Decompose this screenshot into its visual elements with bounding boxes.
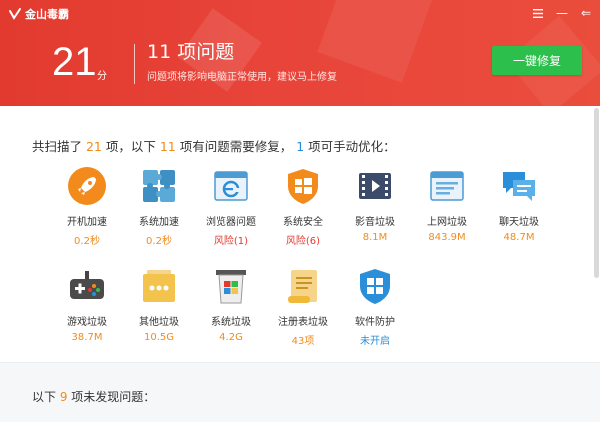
- puzzle-icon: [143, 170, 175, 202]
- result-item-registry-junk[interactable]: 注册表垃圾 43项: [266, 266, 340, 347]
- browser-ie-icon: [214, 171, 248, 201]
- result-item-browser[interactable]: 浏览器问题 风险(1): [194, 166, 268, 247]
- problem-count: 11: [159, 139, 176, 154]
- back-button[interactable]: ⇐: [578, 5, 594, 21]
- result-item-chat-junk[interactable]: 聊天垃圾 48.7M: [482, 166, 556, 243]
- shield-grid-icon: [360, 269, 390, 304]
- item-value: 0.2秒: [146, 236, 172, 247]
- item-value: 4.2G: [219, 332, 243, 343]
- result-item-system-security[interactable]: 系统安全 风险(6): [266, 166, 340, 247]
- result-item-boot-speed[interactable]: 开机加速 0.2秒: [50, 166, 124, 247]
- scrollbar[interactable]: [594, 108, 599, 278]
- manual-count: 1: [296, 139, 305, 154]
- windows-bin-icon: [216, 270, 246, 304]
- item-value: 843.9M: [428, 232, 466, 243]
- scroll-icon: [288, 270, 317, 303]
- item-value: 风险(1): [213, 236, 249, 247]
- health-score: 21: [52, 40, 97, 84]
- minimize-icon: —: [556, 6, 568, 20]
- film-icon: [359, 173, 391, 199]
- scan-summary: 共扫描了 21 项，以下 11 项有问题需要修复， 1 项可手动优化：: [32, 136, 396, 155]
- duba-logo-icon: [9, 8, 21, 20]
- item-name: 开机加速: [67, 217, 107, 228]
- app-logo-text: 金山毒霸: [25, 8, 69, 21]
- item-value: 43项: [291, 336, 315, 347]
- chat-bubbles-icon: [503, 172, 535, 201]
- item-name: 注册表垃圾: [278, 317, 328, 328]
- item-name: 软件防护: [355, 317, 395, 328]
- result-item-other-junk[interactable]: 其他垃圾 10.5G: [122, 266, 196, 343]
- item-name: 影音垃圾: [355, 217, 395, 228]
- one-click-fix-button[interactable]: 一键修复: [492, 46, 582, 75]
- menu-icon: [533, 8, 543, 18]
- gamepad-icon: [70, 271, 104, 299]
- item-value: 未开启: [360, 336, 390, 347]
- app-logo: 金山毒霸: [8, 6, 69, 22]
- result-item-media-junk[interactable]: 影音垃圾 8.1M: [338, 166, 412, 243]
- title-bar: 金山毒霸 — ⇐: [0, 0, 600, 28]
- summary-text: 项有问题需要修复，: [175, 139, 297, 154]
- item-name: 系统加速: [139, 217, 179, 228]
- item-value: 0.2秒: [74, 236, 100, 247]
- scanned-count: 21: [85, 139, 102, 154]
- item-value: 风险(6): [285, 236, 321, 247]
- result-item-game-junk[interactable]: 游戏垃圾 38.7M: [50, 266, 124, 343]
- item-value: 38.7M: [71, 332, 103, 343]
- item-name: 其他垃圾: [139, 317, 179, 328]
- web-page-icon: [430, 171, 464, 201]
- folder-dots-icon: [143, 270, 175, 302]
- item-name: 游戏垃圾: [67, 317, 107, 328]
- back-icon: ⇐: [580, 6, 592, 20]
- shield-windows-icon: [288, 169, 318, 204]
- no-issue-summary: 以下 9 项未发现问题：: [32, 388, 155, 405]
- item-value: 10.5G: [143, 332, 174, 343]
- item-name: 聊天垃圾: [499, 217, 539, 228]
- window-controls: — ⇐: [530, 5, 594, 21]
- item-name: 浏览器问题: [206, 217, 256, 228]
- no-issue-text: 项未发现问题：: [67, 390, 156, 404]
- result-item-system-junk[interactable]: 系统垃圾 4.2G: [194, 266, 268, 343]
- item-name: 系统安全: [283, 217, 323, 228]
- header-divider: [134, 44, 135, 84]
- minimize-button[interactable]: —: [554, 5, 570, 21]
- summary-text: 项，以下: [101, 139, 160, 154]
- problem-count-title: 11 项问题: [147, 41, 235, 63]
- item-value: 48.7M: [503, 232, 535, 243]
- item-name: 上网垃圾: [427, 217, 467, 228]
- result-item-software-protection[interactable]: 软件防护 未开启: [338, 266, 412, 347]
- header-banner: 金山毒霸 — ⇐ 21 分 11 项问题 问题项将影响电脑正常使用，建议马上修复…: [0, 0, 600, 106]
- no-issue-section: 以下 9 项未发现问题：: [0, 362, 600, 422]
- problem-description: 问题项将影响电脑正常使用，建议马上修复: [147, 72, 337, 83]
- rocket-icon: [68, 167, 106, 205]
- item-value: 8.1M: [362, 232, 388, 243]
- summary-text: 共扫描了: [32, 139, 86, 154]
- item-name: 系统垃圾: [211, 317, 251, 328]
- result-item-web-junk[interactable]: 上网垃圾 843.9M: [410, 166, 484, 243]
- menu-button[interactable]: [530, 5, 546, 21]
- health-score-unit: 分: [97, 71, 107, 82]
- no-issue-text: 以下: [32, 390, 60, 404]
- summary-text: 项可手动优化：: [304, 139, 396, 154]
- result-item-system-speed[interactable]: 系统加速 0.2秒: [122, 166, 196, 247]
